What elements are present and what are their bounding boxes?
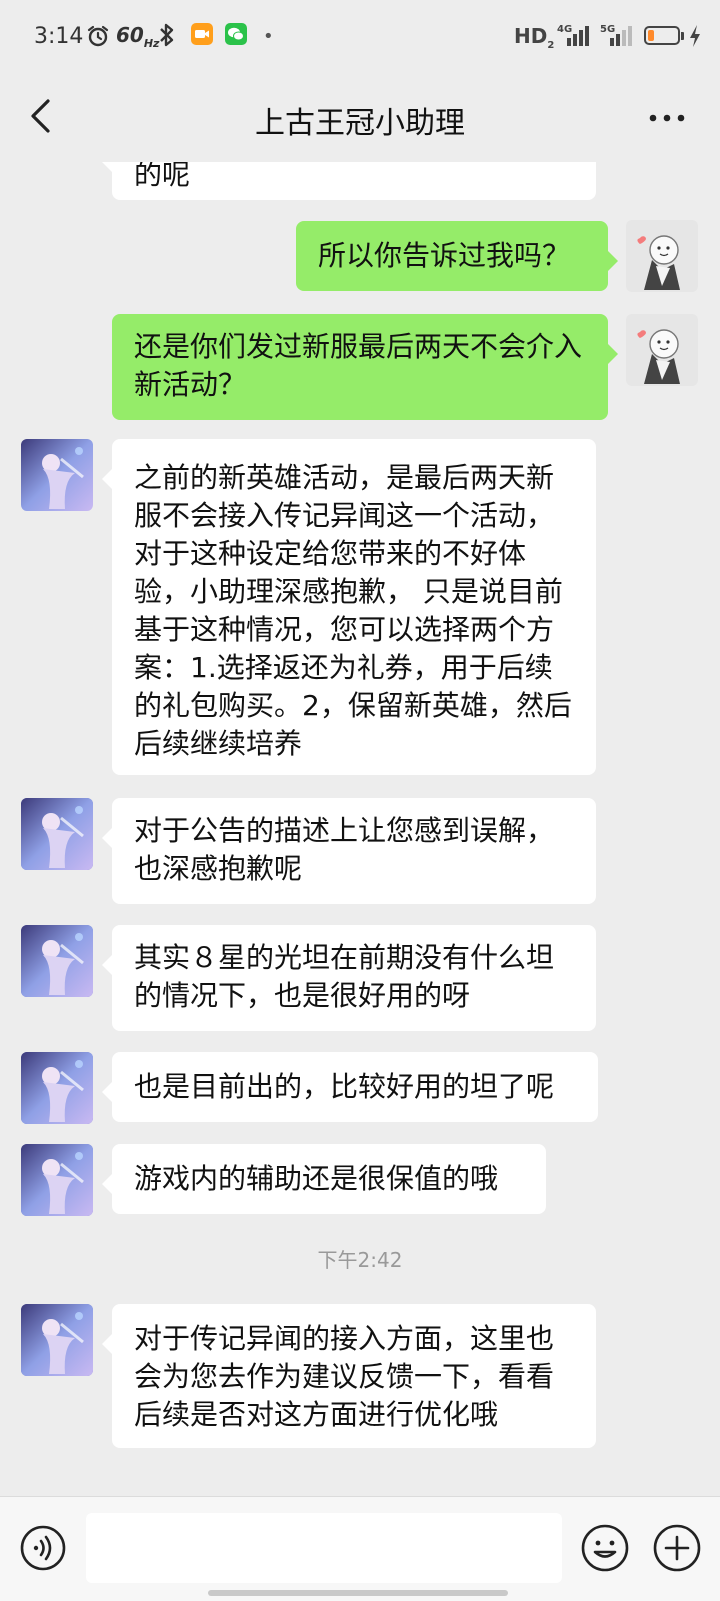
- message-text: 其实８星的光坦在前期没有什么坦的情况下，也是很好用的呀: [134, 941, 555, 1012]
- assistant-avatar[interactable]: [21, 1144, 93, 1216]
- chat-header: 上古王冠小助理: [0, 76, 720, 162]
- message-text: 对于传记异闻的接入方面，这里也会为您去作为建议反馈一下，看看后续是否对这方面进行…: [134, 1322, 555, 1431]
- message-bubble-outgoing[interactable]: 所以你告诉过我吗？: [296, 221, 618, 291]
- status-time: 3:14: [34, 24, 84, 49]
- more-dots-icon: [649, 114, 685, 122]
- message-timestamp: 下午2:42: [317, 1248, 403, 1272]
- message-bubble-incoming[interactable]: 游戏内的辅助还是很保值的哦: [102, 1144, 546, 1214]
- my-avatar[interactable]: [626, 314, 698, 386]
- more-functions-button[interactable]: [652, 1523, 702, 1573]
- chat-title: 上古王冠小助理: [255, 106, 465, 141]
- input-bar: [0, 1496, 720, 1601]
- bluetooth-icon: [157, 22, 177, 52]
- more-button[interactable]: [642, 100, 692, 136]
- assistant-avatar[interactable]: [21, 1304, 93, 1376]
- voice-icon: [20, 1525, 66, 1571]
- my-avatar[interactable]: [626, 220, 698, 292]
- assistant-avatar[interactable]: [21, 798, 93, 870]
- message-text: 还是你们发过新服最后两天不会介入新活动？: [134, 330, 583, 401]
- message-bubble-incoming[interactable]: 也是目前出的，比较好用的坦了呢: [102, 1052, 598, 1122]
- assistant-avatar[interactable]: [21, 925, 93, 997]
- message-text: 游戏内的辅助还是很保值的哦: [134, 1162, 499, 1195]
- smiley-icon: [581, 1524, 629, 1572]
- assistant-avatar[interactable]: [21, 439, 93, 511]
- signal-4g-icon: 4G: [557, 22, 597, 52]
- message-bubble-incoming[interactable]: 对于传记异闻的接入方面，这里也会为您去作为建议反馈一下，看看后续是否对这方面进行…: [102, 1304, 596, 1448]
- svg-text:4G: 4G: [557, 24, 572, 35]
- message-bubble-incoming[interactable]: 其实８星的光坦在前期没有什么坦的情况下，也是很好用的呀: [102, 925, 596, 1031]
- message-bubble-incoming[interactable]: 对于公告的描述上让您感到误解，也深感抱歉呢: [102, 798, 596, 904]
- wechat-icon: [224, 22, 248, 50]
- status-bar: 3:14 60Hz • HD2 4G 5G: [0, 0, 720, 76]
- message-text: 对于公告的描述上让您感到误解，也深感抱歉呢: [134, 814, 555, 885]
- hd-voice-indicator: HD2: [514, 24, 555, 51]
- screen-recorder-icon: [190, 22, 214, 50]
- assistant-avatar[interactable]: [21, 1052, 93, 1124]
- message-bubble-outgoing[interactable]: 还是你们发过新服最后两天不会介入新活动？: [112, 314, 618, 420]
- home-indicator[interactable]: [208, 1590, 508, 1596]
- refresh-rate: 60Hz: [116, 23, 160, 50]
- message-list[interactable]: 的呢 所以你告诉过我吗？ 还是你们发过新服最后两天不会介入新活动？ 之前的新英雄…: [0, 162, 720, 1496]
- message-input[interactable]: [86, 1513, 562, 1583]
- plus-icon: [653, 1524, 701, 1572]
- message-text: 的呢: [134, 162, 191, 191]
- notification-dot: •: [263, 26, 274, 47]
- svg-text:5G: 5G: [600, 24, 615, 35]
- message-text: 之前的新英雄活动，是最后两天新服不会接入传记异闻这一个活动，对于这种设定给您带来…: [134, 461, 572, 760]
- emoji-button[interactable]: [580, 1523, 630, 1573]
- signal-5g-icon: 5G: [600, 22, 640, 52]
- alarm-icon: [86, 24, 110, 52]
- message-text: 也是目前出的，比较好用的坦了呢: [134, 1070, 555, 1103]
- message-bubble-incoming[interactable]: 之前的新英雄活动，是最后两天新服不会接入传记异闻这一个活动，对于这种设定给您带来…: [102, 439, 596, 775]
- battery-icon: [644, 26, 680, 45]
- charging-icon: [688, 24, 702, 52]
- message-bubble-incoming[interactable]: 的呢: [102, 162, 596, 200]
- message-text: 所以你告诉过我吗？: [318, 239, 571, 272]
- voice-input-button[interactable]: [20, 1525, 66, 1571]
